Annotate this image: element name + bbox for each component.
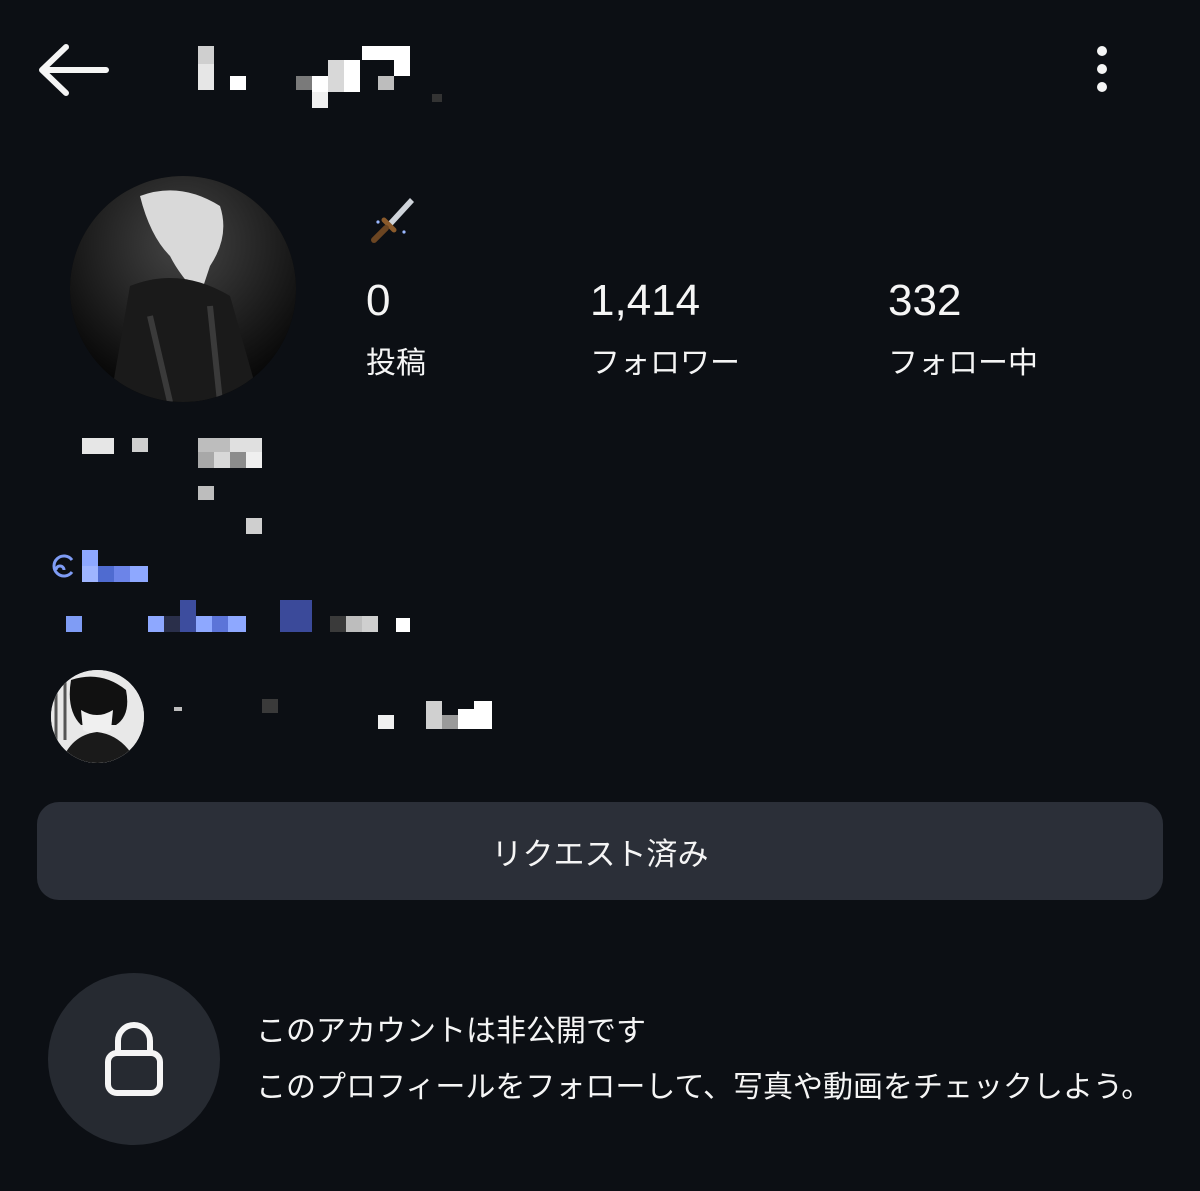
posts-count: 0 xyxy=(366,276,391,325)
requested-follow-button[interactable]: リクエスト済み xyxy=(37,802,1163,900)
profile-avatar[interactable] xyxy=(70,176,296,402)
followers-count: 1,414 xyxy=(590,276,701,325)
more-vertical-icon xyxy=(1085,38,1121,100)
bio-dagger-emoji: 🗡️ xyxy=(368,192,420,244)
private-lock-badge xyxy=(48,973,220,1145)
more-options-button[interactable] xyxy=(1085,38,1121,100)
private-account-title: このアカウントは非公開です xyxy=(256,1014,646,1049)
back-button[interactable] xyxy=(34,40,112,100)
requested-follow-label: リクエスト済み xyxy=(491,836,709,873)
private-account-description: このプロフィールをフォローして、写真や動画をチェックしよう。 xyxy=(256,1070,1152,1105)
following-count: 332 xyxy=(888,276,962,325)
lock-icon xyxy=(105,1022,163,1096)
username-title-pixelated xyxy=(192,42,452,112)
mutual-follower-avatar[interactable] xyxy=(51,670,144,763)
threads-icon xyxy=(52,554,74,578)
following-label: フォロー中 xyxy=(888,346,1038,381)
followers-label: フォロワー xyxy=(590,346,740,381)
arrow-left-icon xyxy=(39,44,109,96)
stat-posts[interactable]: 0 投稿 xyxy=(366,276,426,384)
followed-by-text-pixelated xyxy=(170,695,510,735)
stat-following[interactable]: 332 フォロー中 xyxy=(888,276,1038,384)
posts-label: 投稿 xyxy=(366,346,426,381)
stat-followers[interactable]: 1,414 フォロワー xyxy=(590,276,740,384)
